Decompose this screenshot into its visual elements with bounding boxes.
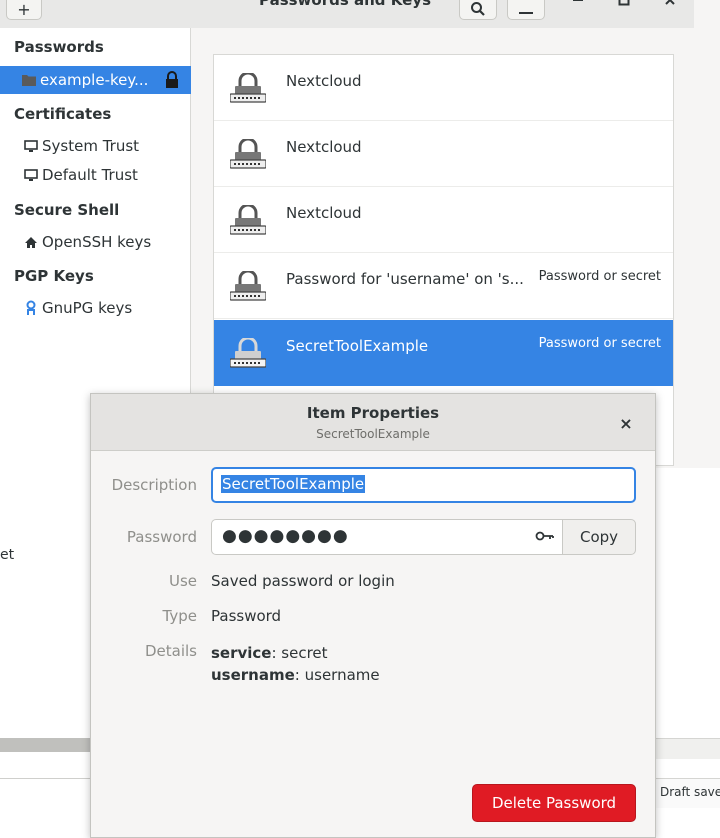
header-bar: + Passwords and Keys bbox=[0, 0, 694, 29]
padlock-icon bbox=[229, 71, 267, 107]
home-icon bbox=[22, 236, 40, 249]
window-close-button[interactable] bbox=[664, 0, 676, 10]
minimize-button[interactable] bbox=[572, 0, 584, 10]
password-field[interactable]: ●●●●●●●● bbox=[211, 519, 563, 555]
delete-password-button[interactable]: Delete Password bbox=[472, 784, 636, 822]
padlock-icon bbox=[229, 203, 267, 239]
background-window bbox=[0, 468, 94, 838]
list-item[interactable]: Nextcloud bbox=[214, 55, 673, 121]
plus-icon: + bbox=[17, 0, 31, 19]
list-item-selected[interactable]: SecretToolExample Password or secret bbox=[214, 320, 673, 386]
details-row: username: username bbox=[211, 664, 380, 686]
background-scrollbar-right bbox=[654, 738, 720, 759]
hamburger-menu-icon bbox=[519, 12, 533, 14]
details-list: service: secret username: username bbox=[211, 642, 380, 686]
sidebar-item-example-keyring[interactable]: example-key... bbox=[0, 66, 191, 94]
padlock-icon bbox=[229, 137, 267, 173]
details-label: Details bbox=[144, 642, 197, 660]
sidebar-item-system-trust[interactable]: System Trust bbox=[0, 132, 191, 160]
item-name: SecretToolExample bbox=[286, 337, 429, 355]
item-name: Nextcloud bbox=[286, 204, 362, 222]
search-icon bbox=[471, 2, 485, 16]
dialog-subtitle: SecretToolExample bbox=[316, 427, 430, 441]
menu-button[interactable] bbox=[507, 0, 545, 20]
copy-button[interactable]: Copy bbox=[562, 519, 636, 555]
item-name: Password for 'username' on 's... bbox=[286, 270, 524, 288]
sidebar-item-label: OpenSSH keys bbox=[42, 233, 152, 251]
sidebar-item-label: GnuPG keys bbox=[42, 299, 133, 317]
dialog-title: Item Properties bbox=[306, 404, 440, 422]
list-item[interactable]: Nextcloud bbox=[214, 187, 673, 253]
description-label: Description bbox=[111, 476, 197, 494]
sidebar-item-label: Default Trust bbox=[42, 166, 138, 184]
type-value: Password bbox=[211, 607, 282, 625]
description-input[interactable]: SecretToolExample bbox=[211, 467, 636, 503]
details-value: : username bbox=[294, 666, 380, 684]
sidebar-heading-passwords: Passwords bbox=[14, 38, 104, 56]
dialog-header: Item Properties SecretToolExample × bbox=[91, 394, 655, 451]
list-item[interactable]: Nextcloud bbox=[214, 121, 673, 187]
add-button[interactable]: + bbox=[6, 0, 42, 20]
close-icon: × bbox=[619, 413, 633, 433]
sidebar-item-openssh-keys[interactable]: OpenSSH keys bbox=[0, 228, 191, 256]
item-name: Nextcloud bbox=[286, 72, 362, 90]
password-label: Password bbox=[126, 528, 197, 546]
maximize-button[interactable] bbox=[618, 0, 630, 10]
key-icon[interactable] bbox=[535, 528, 555, 547]
folder-icon bbox=[20, 74, 38, 86]
sidebar-heading-pgp-keys: PGP Keys bbox=[14, 267, 94, 285]
sidebar-heading-secure-shell: Secure Shell bbox=[14, 201, 120, 219]
sidebar-item-label: System Trust bbox=[42, 137, 140, 155]
use-label: Use bbox=[168, 572, 197, 590]
dialog-close-button[interactable]: × bbox=[613, 412, 639, 434]
item-type: Password or secret bbox=[538, 269, 661, 284]
list-item[interactable]: Password for 'username' on 's... Passwor… bbox=[214, 253, 673, 319]
sidebar-item-gnupg-keys[interactable]: GnuPG keys bbox=[0, 294, 191, 322]
use-value: Saved password or login bbox=[211, 572, 395, 590]
item-type: Password or secret bbox=[538, 336, 661, 351]
background-separator bbox=[0, 778, 94, 779]
close-icon bbox=[665, 0, 675, 5]
background-status-text: Draft save bbox=[654, 778, 720, 808]
search-button[interactable] bbox=[459, 0, 497, 20]
sidebar-item-label: example-key... bbox=[40, 71, 149, 89]
details-key: service bbox=[211, 644, 272, 662]
type-label: Type bbox=[162, 607, 197, 625]
password-mask: ●●●●●●●● bbox=[222, 526, 349, 546]
window-title: Passwords and Keys bbox=[258, 0, 432, 9]
maximize-icon bbox=[618, 0, 630, 6]
background-text: et bbox=[0, 547, 15, 563]
person-key-icon bbox=[22, 300, 40, 316]
details-value: : secret bbox=[271, 644, 328, 662]
sidebar-heading-certificates: Certificates bbox=[14, 105, 112, 123]
item-name: Nextcloud bbox=[286, 138, 362, 156]
item-properties-dialog: Item Properties SecretToolExample × Desc… bbox=[90, 393, 656, 838]
details-row: service: secret bbox=[211, 642, 380, 664]
details-key: username bbox=[211, 666, 295, 684]
background-scrollbar bbox=[0, 738, 94, 752]
padlock-icon bbox=[229, 336, 267, 372]
minimize-icon bbox=[573, 0, 583, 1]
sidebar-item-default-trust[interactable]: Default Trust bbox=[0, 161, 191, 189]
padlock-icon bbox=[165, 71, 179, 93]
description-value: SecretToolExample bbox=[221, 475, 366, 493]
computer-icon bbox=[22, 168, 40, 182]
computer-icon bbox=[22, 139, 40, 153]
padlock-icon bbox=[229, 269, 267, 305]
